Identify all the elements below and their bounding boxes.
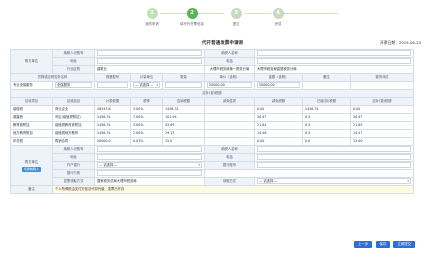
goods-spec-field[interactable]: 全保服务 [52, 81, 95, 90]
goods-refund-field[interactable] [350, 81, 414, 90]
step-number: 1 [146, 8, 158, 19]
buyer-bank-select[interactable]: — 请选择 — [94, 161, 205, 170]
step-label: 完成 [274, 22, 282, 26]
goods-price-field[interactable]: 50000.00 [204, 81, 255, 90]
buyer-name-field[interactable] [254, 145, 414, 154]
buyer-addr-label: 地址 [52, 153, 95, 162]
step-label: 我的申请 [145, 22, 159, 26]
goods-qty-field[interactable] [162, 81, 205, 90]
industry-value: 建筑业 [94, 65, 205, 74]
buyer-section-label: 购方单位 [24, 159, 39, 164]
tax-col-due: 应补(退)税额 [350, 97, 414, 106]
invoice-date: 开票日期：2019-06-20 [379, 40, 421, 45]
tax-col-relief-amt: 减免税额 [254, 97, 303, 106]
prev-button[interactable]: 上一步 [354, 241, 373, 248]
tax-col-relief: 减免性质 [204, 97, 255, 106]
step-1: 1 我的申请 [132, 8, 172, 26]
goods-col-refund: 退货冲红 [350, 73, 414, 82]
seller-id-field[interactable] [94, 49, 205, 58]
tax-col-base: 计税依据 [94, 97, 131, 106]
save-button[interactable]: 保存 [375, 241, 391, 248]
goods-name: 专业全保服务 [10, 81, 53, 90]
seller-name-label: 纳税人名称 [204, 49, 255, 58]
submit-button[interactable]: 立即提交 [393, 241, 415, 248]
note-field[interactable]: 个人所得税由支付方依法代扣代缴，发票已开具 [52, 185, 414, 194]
goods-col-name: 货物或应税劳务名称 [10, 73, 95, 82]
pickup-value: 国家税务总局大理市税务局 [94, 177, 205, 186]
tax-col-sub: 征收品目 [52, 97, 95, 106]
form-title: 代开普通发票申请表 [201, 41, 244, 46]
seller-section-label: 购方单位 [10, 49, 53, 74]
step-3: 3 提交 [216, 8, 256, 26]
goods-remark-field[interactable] [302, 81, 351, 90]
step-number: 4 [272, 8, 284, 19]
table-row: 地方教育附加 增值税地方教育 1456.31 2.00% 29.13 14.56 0.… [10, 129, 414, 138]
switch-taxpayer-button[interactable]: 切换纳税人 [21, 166, 41, 172]
step-indicator: 1 我的申请 2 填写代开票信息 3 提交 4 完成 [0, 0, 445, 36]
buyer-bank-label: 开户银行 [52, 161, 95, 170]
form-actions: 上一步 保存 立即提交 [352, 241, 415, 248]
goods-col-amount: 金额（含税） [254, 73, 303, 82]
buyer-phone-label: 电话 [204, 153, 255, 162]
goods-col-price: 单价（含税） [204, 73, 255, 82]
tax-office-value: 大理市税务局第一税务分局 [204, 65, 255, 74]
tax-col-rate: 税率 [130, 97, 163, 106]
step-2: 2 填写代开票信息 [172, 8, 212, 26]
table-row: 城建税 市区(增值税附征) 1456.31 7.00% 101.94 50.97 0.… [10, 113, 414, 122]
pickup-method-select[interactable]: — 请选择 — [254, 177, 414, 186]
seller-addr-field[interactable] [94, 57, 205, 66]
goods-col-spec: 规格型号 [94, 73, 131, 82]
buyer-id-field[interactable] [94, 145, 205, 154]
goods-unit-select[interactable]: — 请选择 — [130, 81, 163, 90]
step-4: 4 完成 [258, 8, 298, 26]
goods-col-unit: 计量单位 [130, 73, 163, 82]
table-row: 教育费附加 增值税教育费附加 1456.31 3.00% 43.69 21.84 0.… [10, 121, 414, 130]
buyer-account-label: 银行账号 [204, 161, 255, 170]
industry-label: 行业区别 [52, 65, 95, 74]
buyer-phone-field[interactable] [254, 153, 414, 162]
seller-name-field[interactable] [254, 49, 414, 58]
table-row: 印花税 购销合同 50000.0 0.03% 15.0 0.00 0.0 15.00 [10, 137, 414, 146]
step-label: 提交 [232, 22, 240, 26]
step-number: 3 [230, 8, 242, 19]
seller-addr-label: 地址 [52, 57, 95, 66]
tax-col-tax: 应纳税额 [162, 97, 205, 106]
buyer-addr-field[interactable] [94, 153, 205, 162]
goods-amount-field[interactable]: 50000.00 [254, 81, 303, 90]
note-label: 备注 [10, 185, 53, 194]
buyer-name-label: 纳税人名称 [204, 145, 255, 154]
tax-section-label: 应补(退)税额 [10, 89, 414, 98]
seller-phone-field[interactable] [254, 57, 414, 66]
tax-col-item: 征收项目 [10, 97, 53, 106]
pickup-label: 发票领取方式 [52, 177, 95, 186]
goods-col-remark: 备注 [302, 73, 351, 82]
buyer-bank-type-field[interactable] [94, 169, 205, 178]
step-label: 填写代开票信息 [180, 22, 204, 26]
invoice-form-table: 购方单位 纳税人识别号 纳税人名称 地址 电话 行业区别 建筑业 大理市税务局第… [10, 49, 414, 194]
goods-col-qty: 数量 [162, 73, 205, 82]
buyer-section: 购方单位 切换纳税人 [10, 145, 53, 186]
buyer-bank-type-label: 银行行别 [52, 169, 95, 178]
seller-phone-label: 电话 [204, 57, 255, 66]
buyer-id-label: 纳税人识别号 [52, 145, 95, 154]
table-row: 增值税 商业企业 48543.6 3.00% 1456.31 0.00 1456.31… [10, 105, 414, 114]
step-number: 2 [186, 8, 198, 19]
pickup-method-label: 领取方式 [204, 177, 255, 186]
tax-org-value: 大理市税务局直属税务分局 [254, 65, 414, 74]
seller-id-label: 纳税人识别号 [52, 49, 95, 58]
tax-col-paid: 已缴(扣)税额 [302, 97, 351, 106]
buyer-account-field[interactable] [254, 161, 414, 170]
goods-spec2-field[interactable] [94, 81, 131, 90]
